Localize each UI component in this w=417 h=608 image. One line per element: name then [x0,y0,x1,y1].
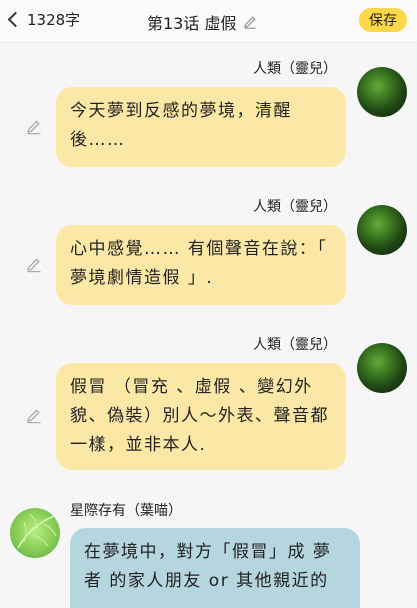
message-bubble[interactable]: 假冒 （冒充 、虛假 、變幻外貌、偽裝）別人～外表、聲音都一樣，並非本人. [56,363,346,470]
chapter-title-area[interactable]: 第13话 虛假 [147,10,258,34]
avatar[interactable] [357,205,407,255]
back-button[interactable]: 1328字 [7,9,81,30]
avatar[interactable] [357,67,407,117]
pencil-icon[interactable] [25,407,43,425]
message-bubble[interactable]: 今天夢到反感的夢境，清醒後…… [56,87,346,167]
sender-name: 人類（靈兒） [253,61,337,77]
word-count: 1328字 [27,11,81,29]
pencil-icon[interactable] [25,256,43,274]
save-button[interactable]: 保存 [359,8,407,32]
avatar[interactable] [357,343,407,393]
pencil-icon[interactable] [25,118,43,136]
message-bubble[interactable]: 心中感覺…… 有個聲音在說：「 夢境劇情造假 」. [56,225,346,305]
sender-name: 星際存有（葉喵） [70,503,182,519]
sender-name: 人類（靈兒） [253,337,337,353]
leaf-icon [17,513,57,549]
pencil-icon[interactable] [242,14,258,30]
top-bar: 1328字 第13话 虛假 保存 [0,0,417,43]
avatar[interactable] [10,508,60,558]
chapter-title: 第13话 虛假 [147,14,237,33]
sender-name: 人類（靈兒） [253,199,337,215]
message-bubble[interactable]: 在夢境中，對方「假冒」成 夢者 的家人朋友 or 其他親近的 [70,528,360,608]
chevron-left-icon [7,11,24,28]
